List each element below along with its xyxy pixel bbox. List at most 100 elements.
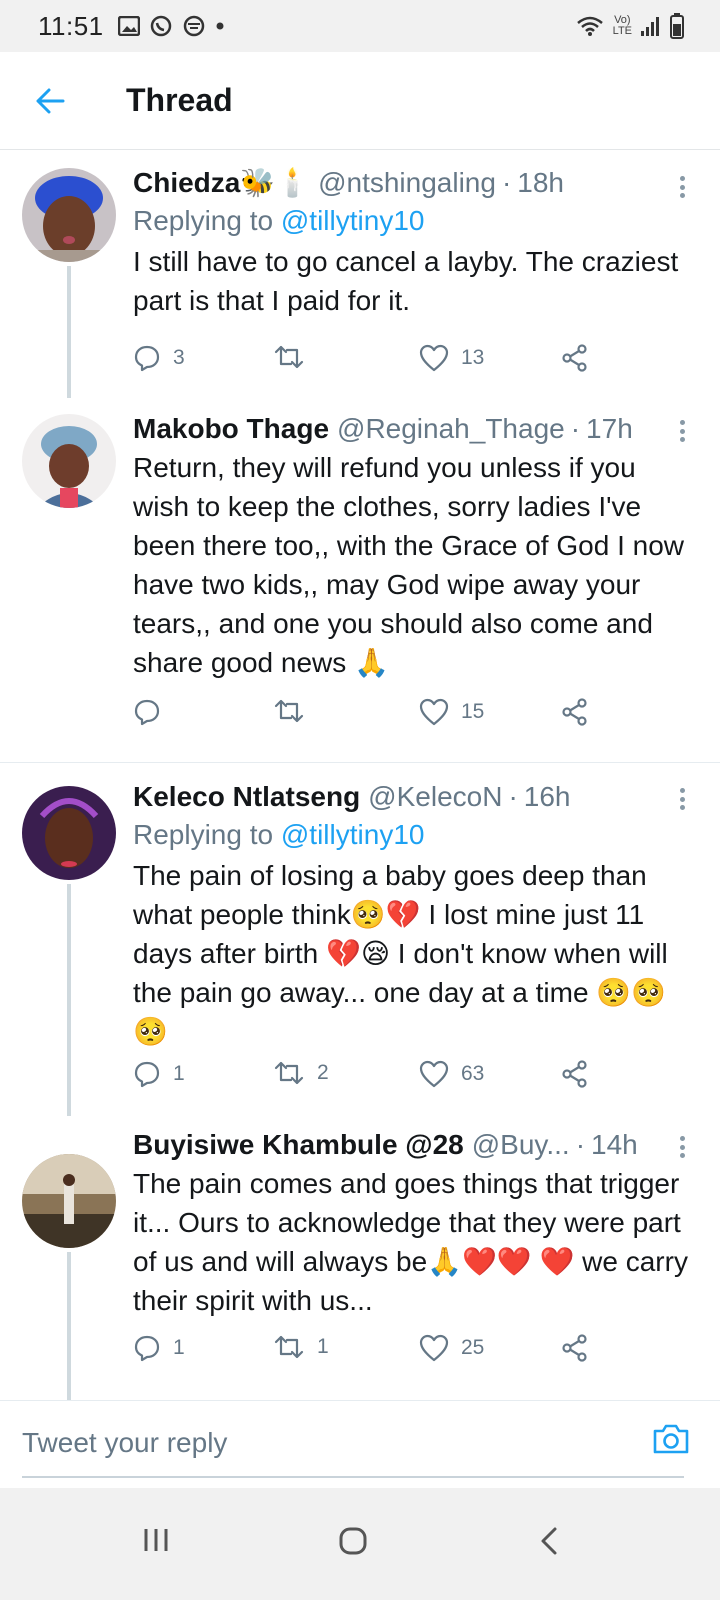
retweet-icon <box>274 699 304 723</box>
network-type-label: Vo) LTE <box>613 15 632 37</box>
tweet-text: The pain of losing a baby goes deep than… <box>133 860 668 1047</box>
replying-to-handle[interactable]: @tillytiny10 <box>281 819 425 850</box>
status-bar: 11:51 Vo) LTE <box>0 0 720 52</box>
app-notification-icon <box>183 15 204 37</box>
tweet-time: 17h <box>586 413 633 444</box>
tweet-item[interactable]: Chiedza🐝🕯️ @ntshingaling · 18h Replying … <box>0 150 720 398</box>
more-options-button[interactable] <box>672 784 692 814</box>
reply-button[interactable]: 1 <box>133 1060 185 1088</box>
lte-label: LTE <box>612 25 632 37</box>
retweet-button[interactable] <box>273 344 317 370</box>
status-system-icons: Vo) LTE <box>575 13 684 39</box>
avatar[interactable] <box>22 168 116 262</box>
heart-icon <box>419 698 449 726</box>
share-button[interactable] <box>561 698 589 726</box>
meta-separator: · <box>501 167 512 198</box>
replying-to-handle[interactable]: @tillytiny10 <box>281 205 425 236</box>
tweet-actions: 1 1 25 <box>133 1334 603 1370</box>
author-handle[interactable]: @KelecoN <box>368 780 502 814</box>
tweet-item[interactable]: Buyisiwe Khambule @28 @Buy... · 14h The … <box>0 1116 720 1400</box>
tweet-content: Chiedza🐝🕯️ @ntshingaling · 18h Replying … <box>133 166 698 320</box>
share-button[interactable] <box>561 1334 589 1362</box>
reply-icon <box>134 1061 160 1088</box>
reply-count: 1 <box>173 1336 185 1359</box>
like-button[interactable]: 15 <box>419 698 484 726</box>
replying-to: Replying to @tillytiny10 <box>133 816 698 854</box>
like-count: 63 <box>461 1062 485 1085</box>
author-handle[interactable]: @Buy... <box>472 1128 570 1162</box>
system-navigation-bar <box>0 1488 720 1600</box>
reply-input-underline <box>22 1476 684 1478</box>
share-icon <box>562 344 587 372</box>
back-arrow-icon <box>36 88 65 113</box>
more-options-button[interactable] <box>672 416 692 446</box>
thread-header: Thread <box>0 52 720 150</box>
tweet-meta: Chiedza🐝🕯️ @ntshingaling · 18h <box>133 166 698 200</box>
more-notifications-dot-icon <box>216 22 224 30</box>
author-handle[interactable]: @ntshingaling <box>318 166 496 200</box>
like-button[interactable]: 13 <box>419 344 484 372</box>
thread-connector-line <box>67 884 71 1116</box>
home-button[interactable] <box>338 1526 368 1561</box>
back-button[interactable] <box>30 81 70 121</box>
author-name[interactable]: Chiedza🐝🕯️ <box>133 166 310 200</box>
retweet-button[interactable] <box>273 698 317 724</box>
tweet-time: 14h <box>591 1129 638 1160</box>
retweet-button[interactable]: 1 <box>273 1334 329 1360</box>
meta-separator: · <box>508 781 518 812</box>
reply-count: 3 <box>173 346 185 369</box>
retweet-icon <box>274 1335 304 1359</box>
author-name[interactable]: Buyisiwe Khambule @28 <box>133 1128 464 1162</box>
avatar[interactable] <box>22 786 116 880</box>
tweet-item[interactable]: Makobo Thage @Reginah_Thage · 17h Return… <box>0 398 720 750</box>
tweet-meta: Buyisiwe Khambule @28 @Buy... · 14h <box>133 1128 698 1162</box>
more-options-button[interactable] <box>672 172 692 202</box>
share-icon <box>562 1334 587 1362</box>
avatar[interactable] <box>22 1154 116 1248</box>
reply-icon <box>134 1335 160 1362</box>
tweet-meta: Makobo Thage @Reginah_Thage · 17h <box>133 412 698 446</box>
reply-composer: Tweet your reply <box>0 1400 720 1488</box>
thread-divider <box>0 762 720 763</box>
heart-icon <box>419 1060 449 1088</box>
status-notification-icons <box>117 15 224 37</box>
chevron-left-icon <box>541 1527 557 1555</box>
more-options-button[interactable] <box>672 1132 692 1162</box>
author-name[interactable]: Makobo Thage <box>133 412 329 446</box>
recent-apps-button[interactable] <box>142 1526 170 1559</box>
reply-count: 1 <box>173 1062 185 1085</box>
tweet-text: Return, they will refund you unless if y… <box>133 452 684 678</box>
system-back-button[interactable] <box>538 1526 560 1561</box>
retweet-count: 1 <box>317 1335 329 1358</box>
reply-button[interactable]: 3 <box>133 344 185 372</box>
tweet-text: The pain comes and goes things that trig… <box>133 1168 688 1316</box>
replying-prefix: Replying to <box>133 205 274 236</box>
gallery-icon <box>117 16 140 36</box>
reply-icon <box>134 345 160 372</box>
share-button[interactable] <box>561 1060 589 1088</box>
heart-icon <box>419 1334 449 1362</box>
reply-button[interactable]: 1 <box>133 1334 185 1362</box>
meta-separator: · <box>570 413 581 444</box>
tweet-time: 18h <box>517 167 564 198</box>
share-icon <box>562 1060 587 1088</box>
replying-to: Replying to @tillytiny10 <box>133 202 698 240</box>
camera-button[interactable] <box>652 1423 690 1460</box>
replying-prefix: Replying to <box>133 819 274 850</box>
tweet-text: I still have to go cancel a layby. The c… <box>133 246 679 316</box>
author-handle[interactable]: @Reginah_Thage <box>337 412 565 446</box>
tweet-item[interactable]: Keleco Ntlatseng @KelecoN · 16h Replying… <box>0 764 720 1116</box>
meta-separator: · <box>575 1129 586 1160</box>
reply-button[interactable] <box>133 698 173 726</box>
like-button[interactable]: 25 <box>419 1334 484 1362</box>
retweet-button[interactable]: 2 <box>273 1060 329 1086</box>
share-icon <box>562 698 587 726</box>
share-button[interactable] <box>561 344 589 372</box>
tweet-content: Buyisiwe Khambule @28 @Buy... · 14h The … <box>133 1128 698 1320</box>
like-button[interactable]: 63 <box>419 1060 484 1088</box>
retweet-count: 2 <box>317 1061 329 1084</box>
author-name[interactable]: Keleco Ntlatseng <box>133 780 360 814</box>
reply-input[interactable]: Tweet your reply <box>22 1427 227 1459</box>
avatar[interactable] <box>22 414 116 508</box>
retweet-icon <box>274 345 304 369</box>
